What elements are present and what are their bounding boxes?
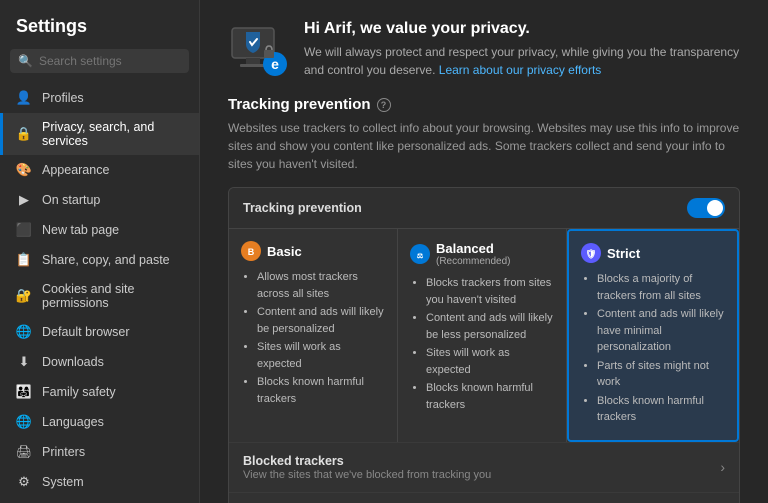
sidebar-item-startup[interactable]: ▶ On startup [0, 185, 199, 215]
banner-link[interactable]: Learn about our privacy efforts [439, 63, 602, 77]
balanced-title: ⚖ Balanced (Recommended) [410, 241, 554, 267]
sidebar-title: Settings [0, 12, 199, 49]
blocked-trackers-title: Blocked trackers [243, 454, 491, 468]
sidebar-label-languages: Languages [42, 415, 104, 429]
strict-icon: 🛡 [581, 243, 601, 263]
sidebar-item-share[interactable]: 📋 Share, copy, and paste [0, 245, 199, 275]
privacy-icon: 🔒 [16, 126, 32, 142]
blocked-trackers-chevron: › [720, 459, 725, 475]
sidebar-label-startup: On startup [42, 193, 100, 207]
option-card-strict[interactable]: 🛡 Strict Blocks a majority of trackers f… [567, 229, 739, 442]
balanced-label: Balanced (Recommended) [436, 241, 510, 267]
blocked-trackers-desc: View the sites that we've blocked from t… [243, 469, 491, 481]
sidebar-label-share: Share, copy, and paste [42, 253, 170, 267]
sidebar-item-appearance[interactable]: 🎨 Appearance [0, 155, 199, 185]
sidebar-item-cookies[interactable]: 🔐 Cookies and site permissions [0, 275, 199, 317]
tracking-card-label: Tracking prevention [243, 201, 362, 215]
newtab-icon: ⬛ [16, 222, 32, 238]
basic-icon: B [241, 241, 261, 261]
tracking-toggle[interactable] [687, 198, 725, 218]
svg-text:🛡: 🛡 [585, 249, 596, 259]
family-icon: 👨‍👩‍👧 [16, 384, 32, 400]
strict-list: Blocks a majority of trackers from all s… [581, 271, 725, 426]
tracking-desc: Websites use trackers to collect info ab… [228, 119, 740, 173]
sidebar-item-reset[interactable]: ↺ Reset settings [0, 497, 199, 503]
exceptions-row[interactable]: Exceptions Allow all trackers on sites y… [229, 492, 739, 503]
svg-text:e: e [271, 56, 279, 72]
sidebar-item-newtab[interactable]: ⬛ New tab page [0, 215, 199, 245]
sidebar-item-downloads[interactable]: ⬇ Downloads [0, 347, 199, 377]
tracking-card: Tracking prevention B Basic Allows [228, 187, 740, 503]
appearance-icon: 🎨 [16, 162, 32, 178]
sidebar-item-profiles[interactable]: 👤 Profiles [0, 83, 199, 113]
tracking-title: Tracking prevention ? [228, 96, 740, 113]
sidebar-label-family: Family safety [42, 385, 116, 399]
sidebar-item-languages[interactable]: 🌐 Languages [0, 407, 199, 437]
startup-icon: ▶ [16, 192, 32, 208]
sidebar-label-downloads: Downloads [42, 355, 104, 369]
printers-icon: 🖨 [16, 444, 32, 460]
sidebar-item-privacy[interactable]: 🔒 Privacy, search, and services [0, 113, 199, 155]
svg-text:B: B [248, 247, 255, 257]
sidebar-item-family[interactable]: 👨‍👩‍👧 Family safety [0, 377, 199, 407]
balanced-list: Blocks trackers from sites you haven't v… [410, 275, 554, 413]
basic-title: B Basic [241, 241, 385, 261]
blocked-trackers-row[interactable]: Blocked trackers View the sites that we'… [229, 442, 739, 492]
system-icon: ⚙ [16, 474, 32, 490]
basic-list: Allows most trackers across all sites Co… [241, 269, 385, 407]
privacy-banner: e Hi Arif, we value your privacy. We wil… [200, 0, 768, 96]
banner-title: Hi Arif, we value your privacy. [304, 20, 740, 38]
balanced-icon: ⚖ [410, 244, 430, 264]
tracking-card-header: Tracking prevention [229, 188, 739, 229]
sidebar-item-default[interactable]: 🌐 Default browser [0, 317, 199, 347]
sidebar-label-cookies: Cookies and site permissions [42, 282, 183, 310]
toggle-knob [707, 200, 723, 216]
banner-desc: We will always protect and respect your … [304, 43, 740, 79]
profiles-icon: 👤 [16, 90, 32, 106]
search-box[interactable]: 🔍 [10, 49, 189, 73]
svg-text:⚖: ⚖ [417, 252, 424, 260]
share-icon: 📋 [16, 252, 32, 268]
option-card-balanced[interactable]: ⚖ Balanced (Recommended) Blocks trackers… [398, 229, 567, 442]
tracking-info-icon[interactable]: ? [377, 98, 391, 112]
cookies-icon: 🔐 [16, 288, 32, 304]
sidebar: Settings 🔍 👤 Profiles 🔒 Privacy, search,… [0, 0, 200, 503]
sidebar-label-newtab: New tab page [42, 223, 119, 237]
sidebar-item-system[interactable]: ⚙ System [0, 467, 199, 497]
search-icon: 🔍 [18, 54, 33, 68]
banner-icon: e [228, 20, 288, 80]
option-card-basic[interactable]: B Basic Allows most trackers across all … [229, 229, 398, 442]
sidebar-label-printers: Printers [42, 445, 85, 459]
sidebar-item-printers[interactable]: 🖨 Printers [0, 437, 199, 467]
downloads-icon: ⬇ [16, 354, 32, 370]
sidebar-label-system: System [42, 475, 84, 489]
tracking-section: Tracking prevention ? Websites use track… [200, 96, 768, 503]
strict-title: 🛡 Strict [581, 243, 725, 263]
banner-text: Hi Arif, we value your privacy. We will … [304, 20, 740, 79]
sidebar-label-profiles: Profiles [42, 91, 84, 105]
sidebar-label-appearance: Appearance [42, 163, 109, 177]
sidebar-label-default: Default browser [42, 325, 130, 339]
default-icon: 🌐 [16, 324, 32, 340]
search-input[interactable] [39, 54, 181, 68]
languages-icon: 🌐 [16, 414, 32, 430]
option-cards: B Basic Allows most trackers across all … [229, 229, 739, 442]
main-content: e Hi Arif, we value your privacy. We wil… [200, 0, 768, 503]
sidebar-label-privacy: Privacy, search, and services [42, 120, 183, 148]
